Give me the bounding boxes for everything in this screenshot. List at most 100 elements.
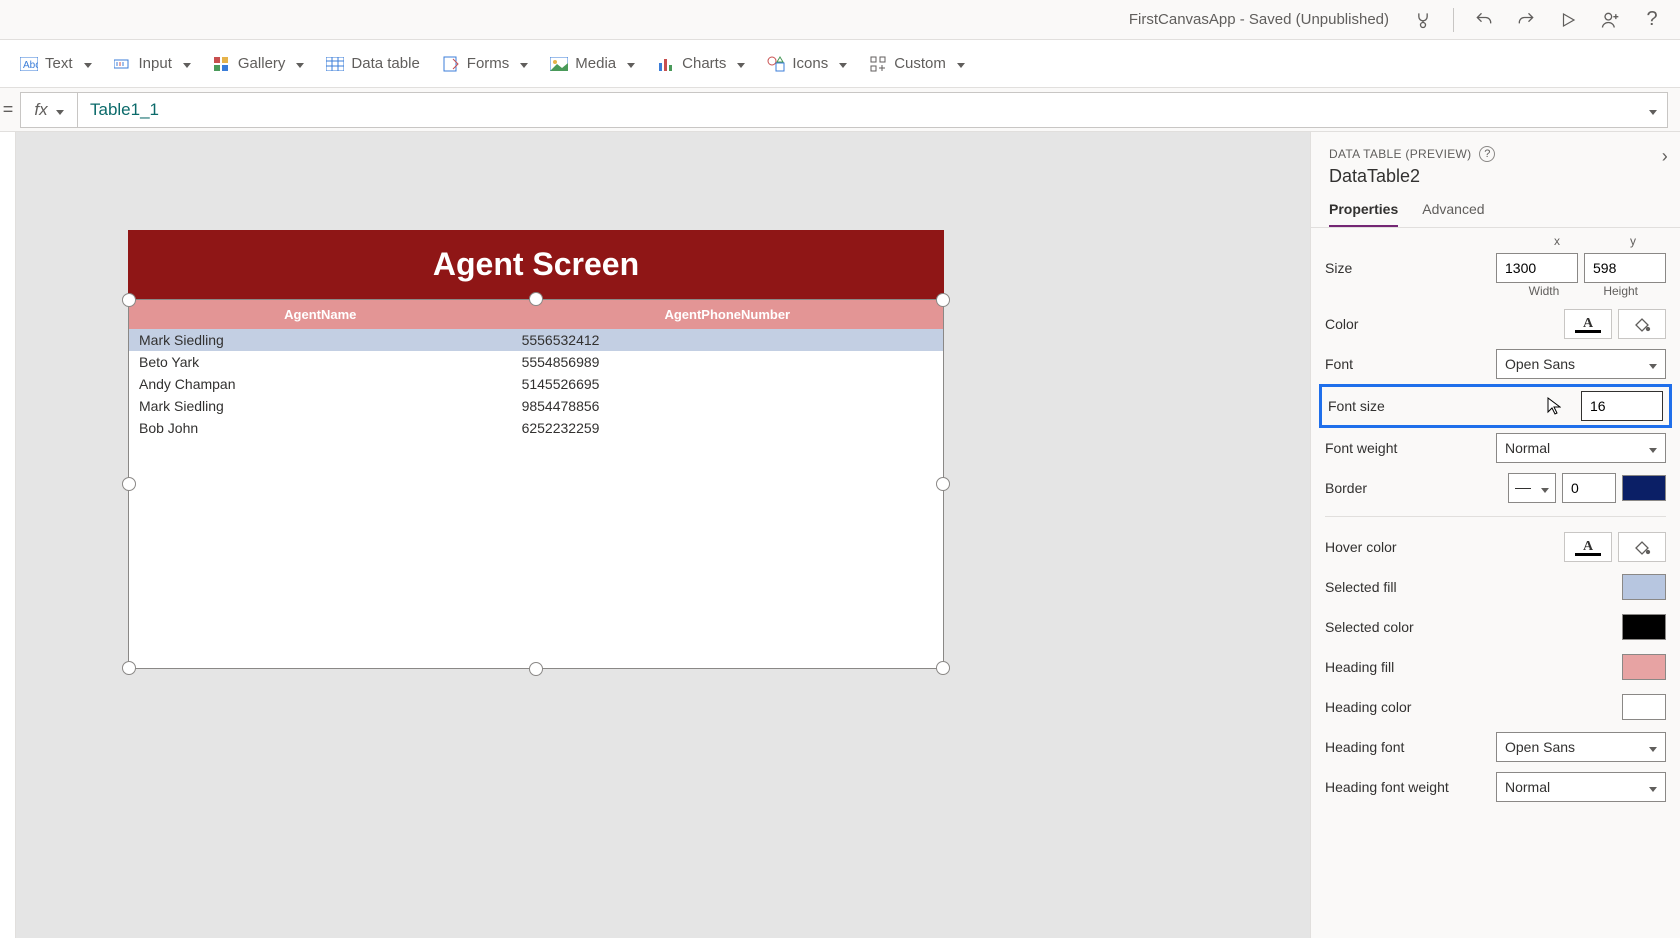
- chevron-down-icon: [1645, 739, 1657, 755]
- forms-icon: [442, 55, 460, 73]
- table-row[interactable]: Mark Siedling9854478856: [129, 395, 943, 417]
- gallery-icon: [213, 55, 231, 73]
- properties-panel: DATA TABLE (PREVIEW) ? › DataTable2 Prop…: [1310, 132, 1680, 938]
- left-rail[interactable]: [0, 132, 16, 938]
- tool-media[interactable]: Media: [550, 55, 635, 73]
- chevron-down-icon: [953, 55, 965, 72]
- play-icon[interactable]: [1552, 4, 1584, 36]
- chevron-down-icon: [292, 55, 304, 72]
- table-row[interactable]: Andy Champan5145526695: [129, 373, 943, 395]
- text-icon: Abc: [20, 55, 38, 73]
- resize-handle[interactable]: [529, 292, 543, 306]
- prop-border: Border: [1325, 468, 1666, 508]
- custom-icon: [869, 55, 887, 73]
- tab-properties[interactable]: Properties: [1329, 195, 1398, 227]
- formula-bar: = fx Table1_1: [0, 88, 1680, 132]
- tool-datatable[interactable]: Data table: [326, 55, 419, 73]
- prop-color: Color A: [1325, 304, 1666, 344]
- font-select[interactable]: Open Sans: [1496, 349, 1666, 379]
- resize-handle[interactable]: [936, 477, 950, 491]
- tool-custom[interactable]: Custom: [869, 55, 965, 73]
- input-icon: [114, 55, 132, 73]
- size-height-input[interactable]: [1584, 253, 1666, 283]
- divider: [1325, 516, 1666, 517]
- prop-fontweight: Font weight Normal: [1325, 428, 1666, 468]
- redo-icon[interactable]: [1510, 4, 1542, 36]
- cell-name: Andy Champan: [129, 373, 512, 395]
- cell-phone: 9854478856: [512, 395, 943, 417]
- help-icon[interactable]: ?: [1479, 146, 1495, 162]
- charts-icon: [657, 55, 675, 73]
- fill-color-button[interactable]: [1618, 309, 1666, 339]
- chevron-down-icon: [52, 100, 64, 120]
- app-title: FirstCanvasApp - Saved (Unpublished): [1129, 11, 1389, 28]
- undo-icon[interactable]: [1468, 4, 1500, 36]
- resize-handle[interactable]: [936, 661, 950, 675]
- health-icon[interactable]: [1407, 4, 1439, 36]
- panel-header-label: DATA TABLE (PREVIEW): [1329, 147, 1471, 161]
- heading-color-swatch[interactable]: [1622, 694, 1666, 720]
- datatable-icon: [326, 55, 344, 73]
- expand-chevron-icon[interactable]: ›: [1662, 146, 1668, 167]
- headingfontweight-select[interactable]: Normal: [1496, 772, 1666, 802]
- tool-icons[interactable]: Icons: [767, 55, 847, 73]
- canvas-area: Agent Screen AgentName AgentPhoneNumber …: [0, 132, 1310, 938]
- table-row[interactable]: Mark Siedling5556532412: [129, 329, 943, 351]
- heading-fill-swatch[interactable]: [1622, 654, 1666, 680]
- fontsize-input[interactable]: [1581, 391, 1663, 421]
- formula-input[interactable]: Table1_1: [78, 92, 1668, 128]
- resize-handle[interactable]: [122, 661, 136, 675]
- svg-text:Abc: Abc: [23, 60, 38, 71]
- ribbon-toolbar: Abc Text Input Gallery Data table Forms …: [0, 40, 1680, 88]
- selected-fill-swatch[interactable]: [1622, 574, 1666, 600]
- share-person-icon[interactable]: [1594, 4, 1626, 36]
- selected-color-swatch[interactable]: [1622, 614, 1666, 640]
- resize-handle[interactable]: [936, 293, 950, 307]
- chevron-down-icon: [1645, 779, 1657, 795]
- tool-gallery[interactable]: Gallery: [213, 55, 305, 73]
- y-hint: y: [1630, 234, 1636, 248]
- cell-phone: 6252232259: [512, 417, 943, 439]
- media-icon: [550, 55, 568, 73]
- font-color-button[interactable]: A: [1564, 309, 1612, 339]
- x-hint: x: [1554, 234, 1560, 248]
- width-label: Width: [1529, 284, 1560, 298]
- datatable-control[interactable]: AgentName AgentPhoneNumber Mark Siedling…: [128, 299, 944, 669]
- table-row[interactable]: Bob John6252232259: [129, 417, 943, 439]
- tool-forms[interactable]: Forms: [442, 55, 529, 73]
- icons-icon: [767, 55, 785, 73]
- prop-size: Size: [1325, 248, 1666, 288]
- height-label: Height: [1603, 284, 1638, 298]
- prop-fontsize: Font size: [1319, 384, 1672, 428]
- tool-charts[interactable]: Charts: [657, 55, 745, 73]
- size-width-input[interactable]: [1496, 253, 1578, 283]
- border-color-swatch[interactable]: [1622, 475, 1666, 501]
- prop-selectedcolor: Selected color: [1325, 607, 1666, 647]
- datatable-body: Mark Siedling5556532412Beto Yark55548569…: [129, 329, 943, 439]
- properties-list: x y Size Width Height Color A Font Open …: [1311, 228, 1680, 815]
- hover-fill-button[interactable]: [1618, 532, 1666, 562]
- border-style-select[interactable]: [1508, 473, 1556, 503]
- border-width-input[interactable]: [1562, 473, 1616, 503]
- headingfont-select[interactable]: Open Sans: [1496, 732, 1666, 762]
- resize-handle[interactable]: [529, 662, 543, 676]
- help-icon[interactable]: ?: [1636, 4, 1668, 36]
- hover-font-color-button[interactable]: A: [1564, 532, 1612, 562]
- screen-header: Agent Screen: [128, 230, 944, 299]
- column-header-phone[interactable]: AgentPhoneNumber: [512, 300, 943, 329]
- prop-headingfill: Heading fill: [1325, 647, 1666, 687]
- tool-input[interactable]: Input: [114, 55, 191, 73]
- titlebar: FirstCanvasApp - Saved (Unpublished) ?: [0, 0, 1680, 40]
- fontweight-select[interactable]: Normal: [1496, 433, 1666, 463]
- table-row[interactable]: Beto Yark5554856989: [129, 351, 943, 373]
- resize-handle[interactable]: [122, 293, 136, 307]
- fx-button[interactable]: fx: [20, 92, 78, 128]
- chevron-down-icon: [1537, 480, 1549, 496]
- cell-name: Beto Yark: [129, 351, 512, 373]
- tab-advanced[interactable]: Advanced: [1422, 195, 1484, 227]
- cell-phone: 5556532412: [512, 329, 943, 351]
- resize-handle[interactable]: [122, 477, 136, 491]
- cell-name: Mark Siedling: [129, 329, 512, 351]
- column-header-name[interactable]: AgentName: [129, 300, 512, 329]
- tool-text[interactable]: Abc Text: [20, 55, 92, 73]
